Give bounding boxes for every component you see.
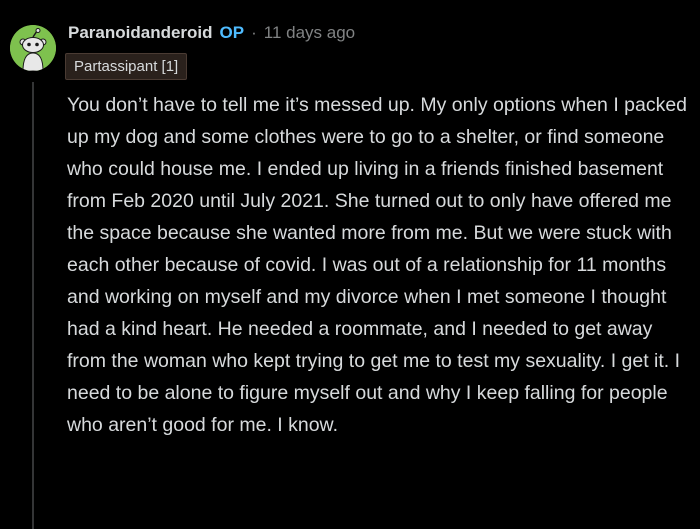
op-badge: OP	[219, 23, 245, 42]
comment-header: Paranoidanderoid OP · 11 days ago	[68, 20, 355, 46]
reddit-snoo-avatar-icon	[10, 25, 56, 71]
comment-text: You don’t have to tell me it’s messed up…	[67, 94, 688, 436]
user-flair: Partassipant [1]	[65, 53, 188, 80]
meta-separator: ·	[251, 23, 257, 42]
avatar[interactable]	[10, 25, 56, 71]
username-link[interactable]: Paranoidanderoid	[68, 23, 213, 43]
comment: Paranoidanderoid OP · 11 days ago Partas…	[0, 0, 700, 529]
comment-body: You don’t have to tell me it’s messed up…	[67, 89, 692, 441]
thread-collapse-line[interactable]	[32, 82, 34, 529]
comment-timestamp[interactable]: 11 days ago	[264, 23, 355, 43]
